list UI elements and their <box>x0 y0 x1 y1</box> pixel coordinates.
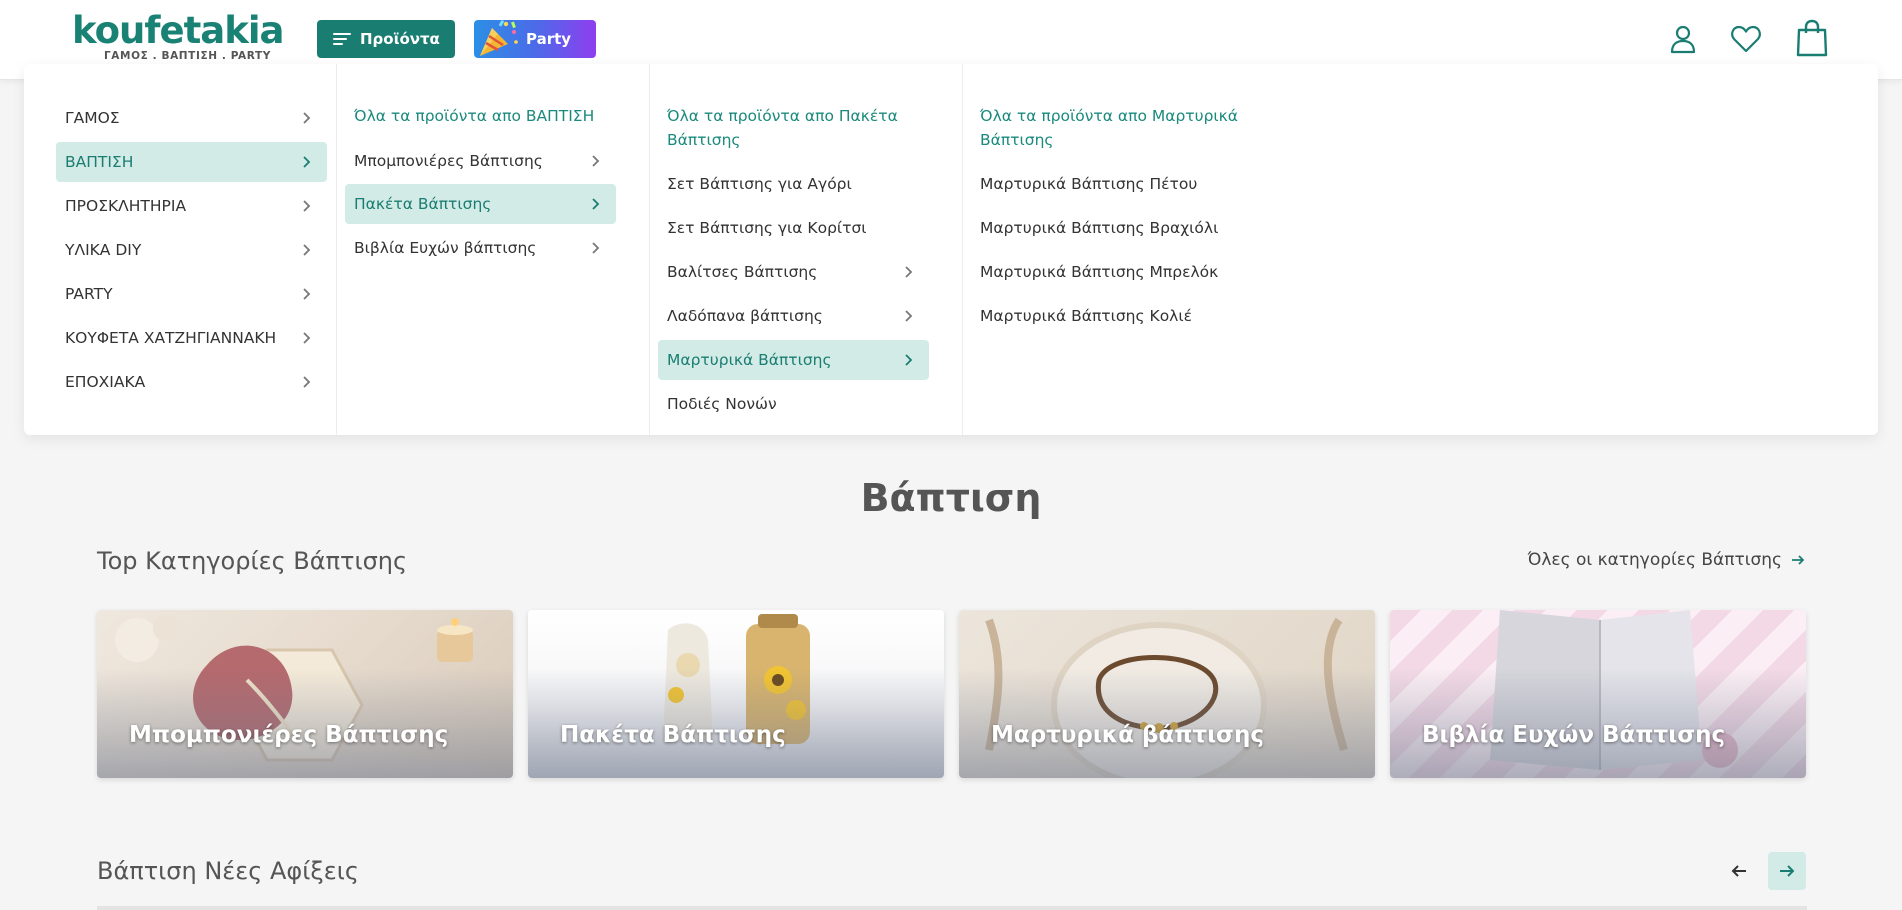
menu-item-label: ΚΟΥΦΕΤΑ ΧΑΤΖΗΓΙΑΝΝΑΚΗ <box>65 329 277 347</box>
menu-item-party[interactable]: PARTY <box>56 274 327 314</box>
chevron-right-icon <box>303 112 311 124</box>
products-menu-button[interactable]: Προϊόντα <box>317 20 455 58</box>
menu-item-label: ΠΡΟΣΚΛΗΤΗΡΙΑ <box>65 197 187 215</box>
menu-item-set-agori[interactable]: Σετ Βάπτισης για Αγόρι <box>658 164 929 204</box>
chevron-right-icon <box>592 198 600 210</box>
carousel-next-button[interactable] <box>1768 852 1806 890</box>
menu-item-label: Μπομπονιέρες Βάπτισης <box>354 152 543 170</box>
menu-item-paketa[interactable]: Πακέτα Βάπτισης <box>345 184 616 224</box>
menu-item-vivlia[interactable]: Βιβλία Ευχών βάπτισης <box>345 228 616 268</box>
card-label: Πακέτα Βάπτισης <box>560 722 786 748</box>
logo[interactable]: koufetakia ΓΑΜΟΣ . ΒΑΠΤΙΣΗ . PARTY <box>72 9 284 63</box>
menu-item-vaptisi[interactable]: ΒΑΠΤΙΣΗ <box>56 142 327 182</box>
menu-item-label: Μαρτυρικά Βάπτισης Κολιέ <box>980 307 1192 325</box>
logo-wordmark: koufetakia <box>72 9 284 52</box>
menu-item-martyrika-vraxioli[interactable]: Μαρτυρικά Βάπτισης Βραχιόλι <box>971 208 1251 248</box>
chevron-right-icon <box>303 244 311 256</box>
all-martyrika-products-link[interactable]: Όλα τα προϊόντα απο Μαρτυρικά Βάπτισης <box>971 104 1241 152</box>
menu-item-label: PARTY <box>65 285 113 303</box>
shopping-bag-icon[interactable] <box>1794 18 1830 58</box>
chevron-right-icon <box>592 155 600 167</box>
chevron-right-icon <box>905 354 913 366</box>
divider <box>97 906 1807 910</box>
menu-item-epoxiaka[interactable]: ΕΠΟΧΙΑΚΑ <box>56 362 327 402</box>
card-label: Μαρτυρικά βάπτισης <box>991 722 1264 748</box>
products-button-label: Προϊόντα <box>360 30 440 48</box>
menu-item-label: Λαδόπανα βάπτισης <box>667 307 823 325</box>
menu-item-label: ΓΑΜΟΣ <box>65 109 120 127</box>
menu-item-label: ΕΠΟΧΙΑΚΑ <box>65 373 146 391</box>
menu-item-martyrika-kolie[interactable]: Μαρτυρικά Βάπτισης Κολιέ <box>971 296 1251 336</box>
arrow-right-icon <box>1792 555 1805 565</box>
menu-icon <box>333 32 351 46</box>
heart-icon[interactable] <box>1729 22 1763 56</box>
party-popper-icon <box>480 19 518 56</box>
category-card-vivlia[interactable]: Βιβλία Ευχών Βάπτισης <box>1390 610 1806 778</box>
all-paketa-products-link[interactable]: Όλα τα προϊόντα απο Πακέτα Βάπτισης <box>658 104 918 152</box>
card-label: Βιβλία Ευχών Βάπτισης <box>1422 722 1726 748</box>
menu-item-label: Ποδιές Νονών <box>667 395 777 413</box>
menu-column-martyrika: Όλα τα προϊόντα απο Μαρτυρικά Βάπτισης Μ… <box>963 64 1263 435</box>
all-categories-label: Όλες οι κατηγορίες Βάπτισης <box>1527 550 1782 570</box>
menu-link-label: Όλα τα προϊόντα απο Πακέτα Βάπτισης <box>667 107 898 149</box>
chevron-right-icon <box>303 200 311 212</box>
menu-item-label: ΥΛΙΚΑ DIY <box>65 241 142 259</box>
menu-item-label: Σετ Βάπτισης για Αγόρι <box>667 175 852 193</box>
menu-item-gamos[interactable]: ΓΑΜΟΣ <box>56 98 327 138</box>
menu-column-top-level: ΓΑΜΟΣ ΒΑΠΤΙΣΗ ΠΡΟΣΚΛΗΤΗΡΙΑ ΥΛΙΚΑ DIY PAR… <box>24 64 337 435</box>
menu-item-label: Πακέτα Βάπτισης <box>354 195 492 213</box>
page-title: Βάπτιση <box>860 476 1042 520</box>
menu-item-podies-nonon[interactable]: Ποδιές Νονών <box>658 384 929 424</box>
menu-column-vaptisi: Όλα τα προϊόντα απο ΒΑΠΤΙΣΗ Μπομπονιέρες… <box>337 64 650 435</box>
all-vaptisi-products-link[interactable]: Όλα τα προϊόντα απο ΒΑΠΤΙΣΗ <box>345 104 616 128</box>
menu-item-martyrika-mprelok[interactable]: Μαρτυρικά Βάπτισης Μπρελόκ <box>971 252 1251 292</box>
chevron-right-icon <box>303 156 311 168</box>
chevron-right-icon <box>592 242 600 254</box>
menu-item-label: Μαρτυρικά Βάπτισης <box>667 351 832 369</box>
menu-item-label: ΒΑΠΤΙΣΗ <box>65 153 134 171</box>
chevron-right-icon <box>303 332 311 344</box>
menu-item-prosklitiria[interactable]: ΠΡΟΣΚΛΗΤΗΡΙΑ <box>56 186 327 226</box>
category-card-martyrika[interactable]: Μαρτυρικά βάπτισης <box>959 610 1375 778</box>
all-categories-link[interactable]: Όλες οι κατηγορίες Βάπτισης <box>1528 550 1806 570</box>
menu-item-koufeta[interactable]: ΚΟΥΦΕΤΑ ΧΑΤΖΗΓΙΑΝΝΑΚΗ <box>56 318 327 358</box>
card-label: Μπομπονιέρες Βάπτισης <box>129 722 449 748</box>
menu-item-label: Μαρτυρικά Βάπτισης Πέτου <box>980 175 1198 193</box>
logo-tagline: ΓΑΜΟΣ . ΒΑΠΤΙΣΗ . PARTY <box>104 50 271 62</box>
chevron-right-icon <box>303 288 311 300</box>
menu-item-martyrika-petou[interactable]: Μαρτυρικά Βάπτισης Πέτου <box>971 164 1251 204</box>
category-card-bomponieres[interactable]: Μπομπονιέρες Βάπτισης <box>97 610 513 778</box>
chevron-right-icon <box>303 376 311 388</box>
arrow-left-icon <box>1731 865 1746 877</box>
carousel-prev-button[interactable] <box>1720 852 1758 890</box>
party-button-label: Party <box>526 30 572 48</box>
menu-item-label: Μαρτυρικά Βάπτισης Βραχιόλι <box>980 219 1219 237</box>
party-button[interactable]: Party <box>474 19 596 58</box>
menu-item-ylika-diy[interactable]: ΥΛΙΚΑ DIY <box>56 230 327 270</box>
mega-menu: ΓΑΜΟΣ ΒΑΠΤΙΣΗ ΠΡΟΣΚΛΗΤΗΡΙΑ ΥΛΙΚΑ DIY PAR… <box>24 64 1878 435</box>
menu-item-bomponieres[interactable]: Μπομπονιέρες Βάπτισης <box>345 141 616 181</box>
menu-item-ladopana[interactable]: Λαδόπανα βάπτισης <box>658 296 929 336</box>
menu-item-set-koritsi[interactable]: Σετ Βάπτισης για Κορίτσι <box>658 208 929 248</box>
top-categories-title: Top Κατηγορίες Βάπτισης <box>97 547 408 575</box>
menu-item-label: Βιβλία Ευχών βάπτισης <box>354 239 537 257</box>
new-arrivals-title: Βάπτιση Νέες Αφίξεις <box>97 857 359 885</box>
user-icon[interactable] <box>1666 22 1700 56</box>
category-card-paketa[interactable]: Πακέτα Βάπτισης <box>528 610 944 778</box>
menu-column-paketa: Όλα τα προϊόντα απο Πακέτα Βάπτισης Σετ … <box>650 64 963 435</box>
menu-item-label: Μαρτυρικά Βάπτισης Μπρελόκ <box>980 263 1219 281</box>
chevron-right-icon <box>905 310 913 322</box>
menu-item-label: Βαλίτσες Βάπτισης <box>667 263 818 281</box>
arrow-right-icon <box>1780 865 1795 877</box>
menu-link-label: Όλα τα προϊόντα απο Μαρτυρικά Βάπτισης <box>980 107 1239 149</box>
menu-item-martyrika[interactable]: Μαρτυρικά Βάπτισης <box>658 340 929 380</box>
menu-item-valitses[interactable]: Βαλίτσες Βάπτισης <box>658 252 929 292</box>
menu-link-label: Όλα τα προϊόντα απο ΒΑΠΤΙΣΗ <box>354 107 595 125</box>
menu-item-label: Σετ Βάπτισης για Κορίτσι <box>667 219 867 237</box>
chevron-right-icon <box>905 266 913 278</box>
